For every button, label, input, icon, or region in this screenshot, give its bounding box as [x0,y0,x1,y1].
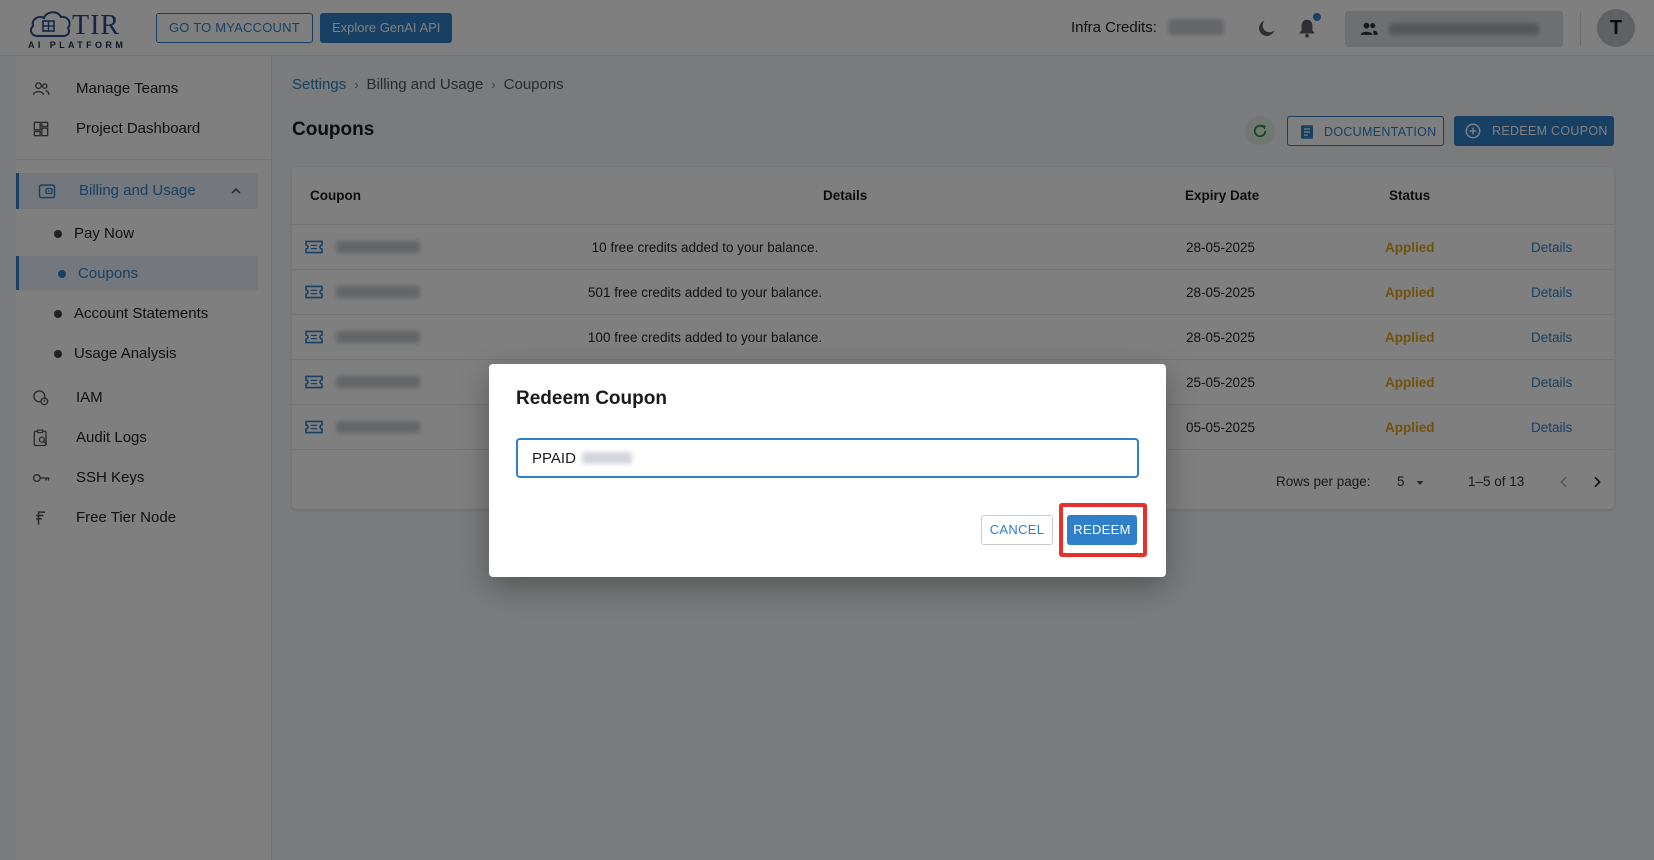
redeem-coupon-dialog: Redeem Coupon PPAID CANCEL REDEEM [489,364,1166,577]
coupon-code-value: PPAID [532,450,576,467]
dialog-title: Redeem Coupon [516,388,667,409]
cancel-button[interactable]: CANCEL [981,515,1053,545]
coupon-code-redacted [582,452,632,464]
redeem-button[interactable]: REDEEM [1067,515,1137,545]
coupon-code-input[interactable]: PPAID [516,438,1139,478]
